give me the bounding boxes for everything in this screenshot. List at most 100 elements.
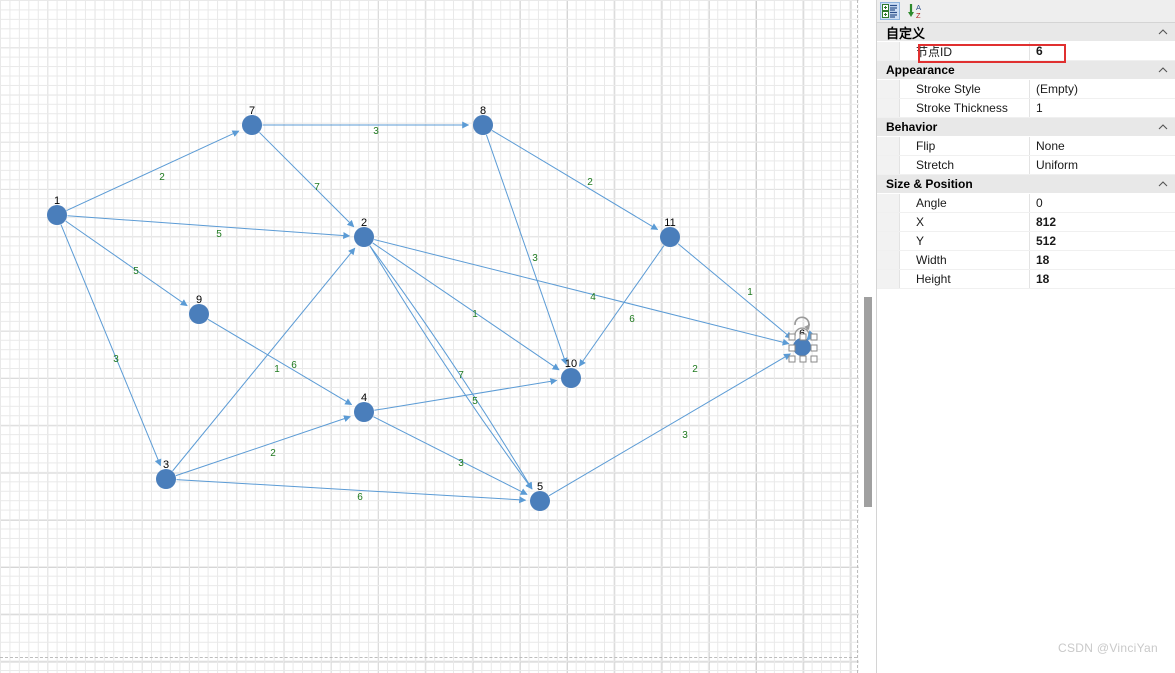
- edge[interactable]: [176, 479, 527, 504]
- application-window: 255337236126175423613 1234567891011: [0, 0, 1175, 673]
- property-value[interactable]: 18: [1030, 270, 1175, 288]
- node-circle[interactable]: [156, 469, 176, 489]
- property-row[interactable]: Stretch Uniform: [877, 156, 1175, 175]
- canvas-vertical-scrollbar[interactable]: [859, 0, 876, 673]
- property-row[interactable]: X 812: [877, 213, 1175, 232]
- edge[interactable]: [369, 245, 533, 490]
- property-row[interactable]: Stroke Style (Empty): [877, 80, 1175, 99]
- property-value[interactable]: 18: [1030, 251, 1175, 269]
- property-value[interactable]: 512: [1030, 232, 1175, 250]
- node-circle[interactable]: [47, 205, 67, 225]
- diagram-canvas[interactable]: 255337236126175423613 1234567891011: [0, 0, 876, 673]
- node-circle[interactable]: [530, 491, 550, 511]
- categorized-view-button[interactable]: [880, 2, 900, 20]
- node-circle[interactable]: [660, 227, 680, 247]
- property-name: X: [900, 213, 1030, 231]
- edge[interactable]: [65, 220, 188, 307]
- chevron-up-icon[interactable]: [1158, 65, 1168, 75]
- selection-handle[interactable]: [788, 355, 796, 363]
- graph-node[interactable]: 1: [47, 195, 67, 225]
- edge[interactable]: [259, 132, 355, 228]
- node-circle[interactable]: [561, 368, 581, 388]
- svg-text:Z: Z: [916, 11, 921, 19]
- chevron-up-icon[interactable]: [1158, 122, 1168, 132]
- chevron-up-icon[interactable]: [1158, 27, 1168, 37]
- edge-weight-label: 3: [682, 430, 688, 441]
- graph-node[interactable]: 9: [189, 294, 209, 324]
- edge[interactable]: [374, 377, 558, 411]
- edge[interactable]: [374, 239, 790, 346]
- edge[interactable]: [66, 130, 240, 212]
- property-name: Stretch: [900, 156, 1030, 174]
- property-row[interactable]: Angle 0: [877, 194, 1175, 213]
- graph-node[interactable]: 7: [242, 105, 262, 135]
- edge-weight-label: 3: [458, 458, 464, 469]
- property-gutter: [877, 213, 900, 231]
- property-value[interactable]: 6: [1030, 42, 1175, 60]
- property-value[interactable]: 1: [1030, 99, 1175, 117]
- property-row[interactable]: 节点ID 6: [877, 42, 1175, 61]
- property-value[interactable]: Uniform: [1030, 156, 1175, 174]
- node-label: 8: [480, 105, 486, 117]
- property-value[interactable]: 0: [1030, 194, 1175, 212]
- edge-weight-label: 7: [458, 370, 464, 381]
- edge[interactable]: [207, 318, 353, 406]
- edge[interactable]: [369, 245, 533, 490]
- selection-handle[interactable]: [788, 333, 796, 341]
- alphabetical-sort-button[interactable]: A Z: [906, 2, 926, 20]
- graph-drawing[interactable]: 255337236126175423613 1234567891011: [0, 0, 876, 673]
- edge[interactable]: [548, 353, 791, 497]
- selection-handle[interactable]: [810, 333, 818, 341]
- property-row[interactable]: Width 18: [877, 251, 1175, 270]
- edge[interactable]: [60, 224, 162, 467]
- property-gutter: [877, 270, 900, 288]
- property-value[interactable]: 812: [1030, 213, 1175, 231]
- edge[interactable]: [67, 215, 351, 240]
- edge[interactable]: [172, 247, 356, 472]
- edge[interactable]: [578, 245, 665, 367]
- property-group-header[interactable]: Appearance: [877, 61, 1175, 80]
- property-group-header[interactable]: Size & Position: [877, 175, 1175, 194]
- selection-handle[interactable]: [799, 333, 807, 341]
- canvas-scroll-thumb[interactable]: [864, 297, 872, 507]
- property-group-title: Behavior: [886, 120, 938, 134]
- property-group-header[interactable]: 自定义: [877, 23, 1175, 42]
- property-row[interactable]: Y 512: [877, 232, 1175, 251]
- node-circle[interactable]: [354, 227, 374, 247]
- node-circle[interactable]: [793, 338, 811, 356]
- categorized-view-icon: [882, 4, 897, 18]
- graph-node[interactable]: 10: [561, 358, 581, 388]
- edge[interactable]: [485, 134, 568, 365]
- selection-handle[interactable]: [810, 344, 818, 352]
- graph-node[interactable]: 4: [354, 392, 374, 422]
- graph-node[interactable]: 5: [530, 481, 550, 511]
- edge[interactable]: [491, 129, 659, 230]
- node-circle[interactable]: [189, 304, 209, 324]
- edge[interactable]: [677, 243, 793, 339]
- node-circle[interactable]: [242, 115, 262, 135]
- nodes-layer[interactable]: 1234567891011: [47, 105, 811, 511]
- edge-weight-label: 2: [587, 177, 593, 188]
- property-value[interactable]: (Empty): [1030, 80, 1175, 98]
- edge-weight-label: 1: [472, 309, 478, 320]
- graph-node[interactable]: 3: [156, 459, 176, 489]
- edge[interactable]: [175, 415, 351, 477]
- edge[interactable]: [373, 416, 528, 495]
- properties-list: 自定义 节点ID 6 Appearance Stroke Style (Empty) Str…: [877, 23, 1175, 289]
- chevron-up-icon[interactable]: [1158, 179, 1168, 189]
- selection-handle[interactable]: [788, 344, 796, 352]
- property-row[interactable]: Flip None: [877, 137, 1175, 156]
- property-value[interactable]: None: [1030, 137, 1175, 155]
- property-gutter: [877, 80, 900, 98]
- graph-node[interactable]: 8: [473, 105, 493, 135]
- selection-handle[interactable]: [799, 355, 807, 363]
- node-circle[interactable]: [473, 115, 493, 135]
- graph-node[interactable]: 11: [660, 217, 680, 247]
- property-row[interactable]: Height 18: [877, 270, 1175, 289]
- node-circle[interactable]: [354, 402, 374, 422]
- selection-handle[interactable]: [810, 355, 818, 363]
- property-group-title: Size & Position: [886, 177, 973, 191]
- property-row[interactable]: Stroke Thickness 1: [877, 99, 1175, 118]
- property-group-header[interactable]: Behavior: [877, 118, 1175, 137]
- graph-node[interactable]: 2: [354, 217, 374, 247]
